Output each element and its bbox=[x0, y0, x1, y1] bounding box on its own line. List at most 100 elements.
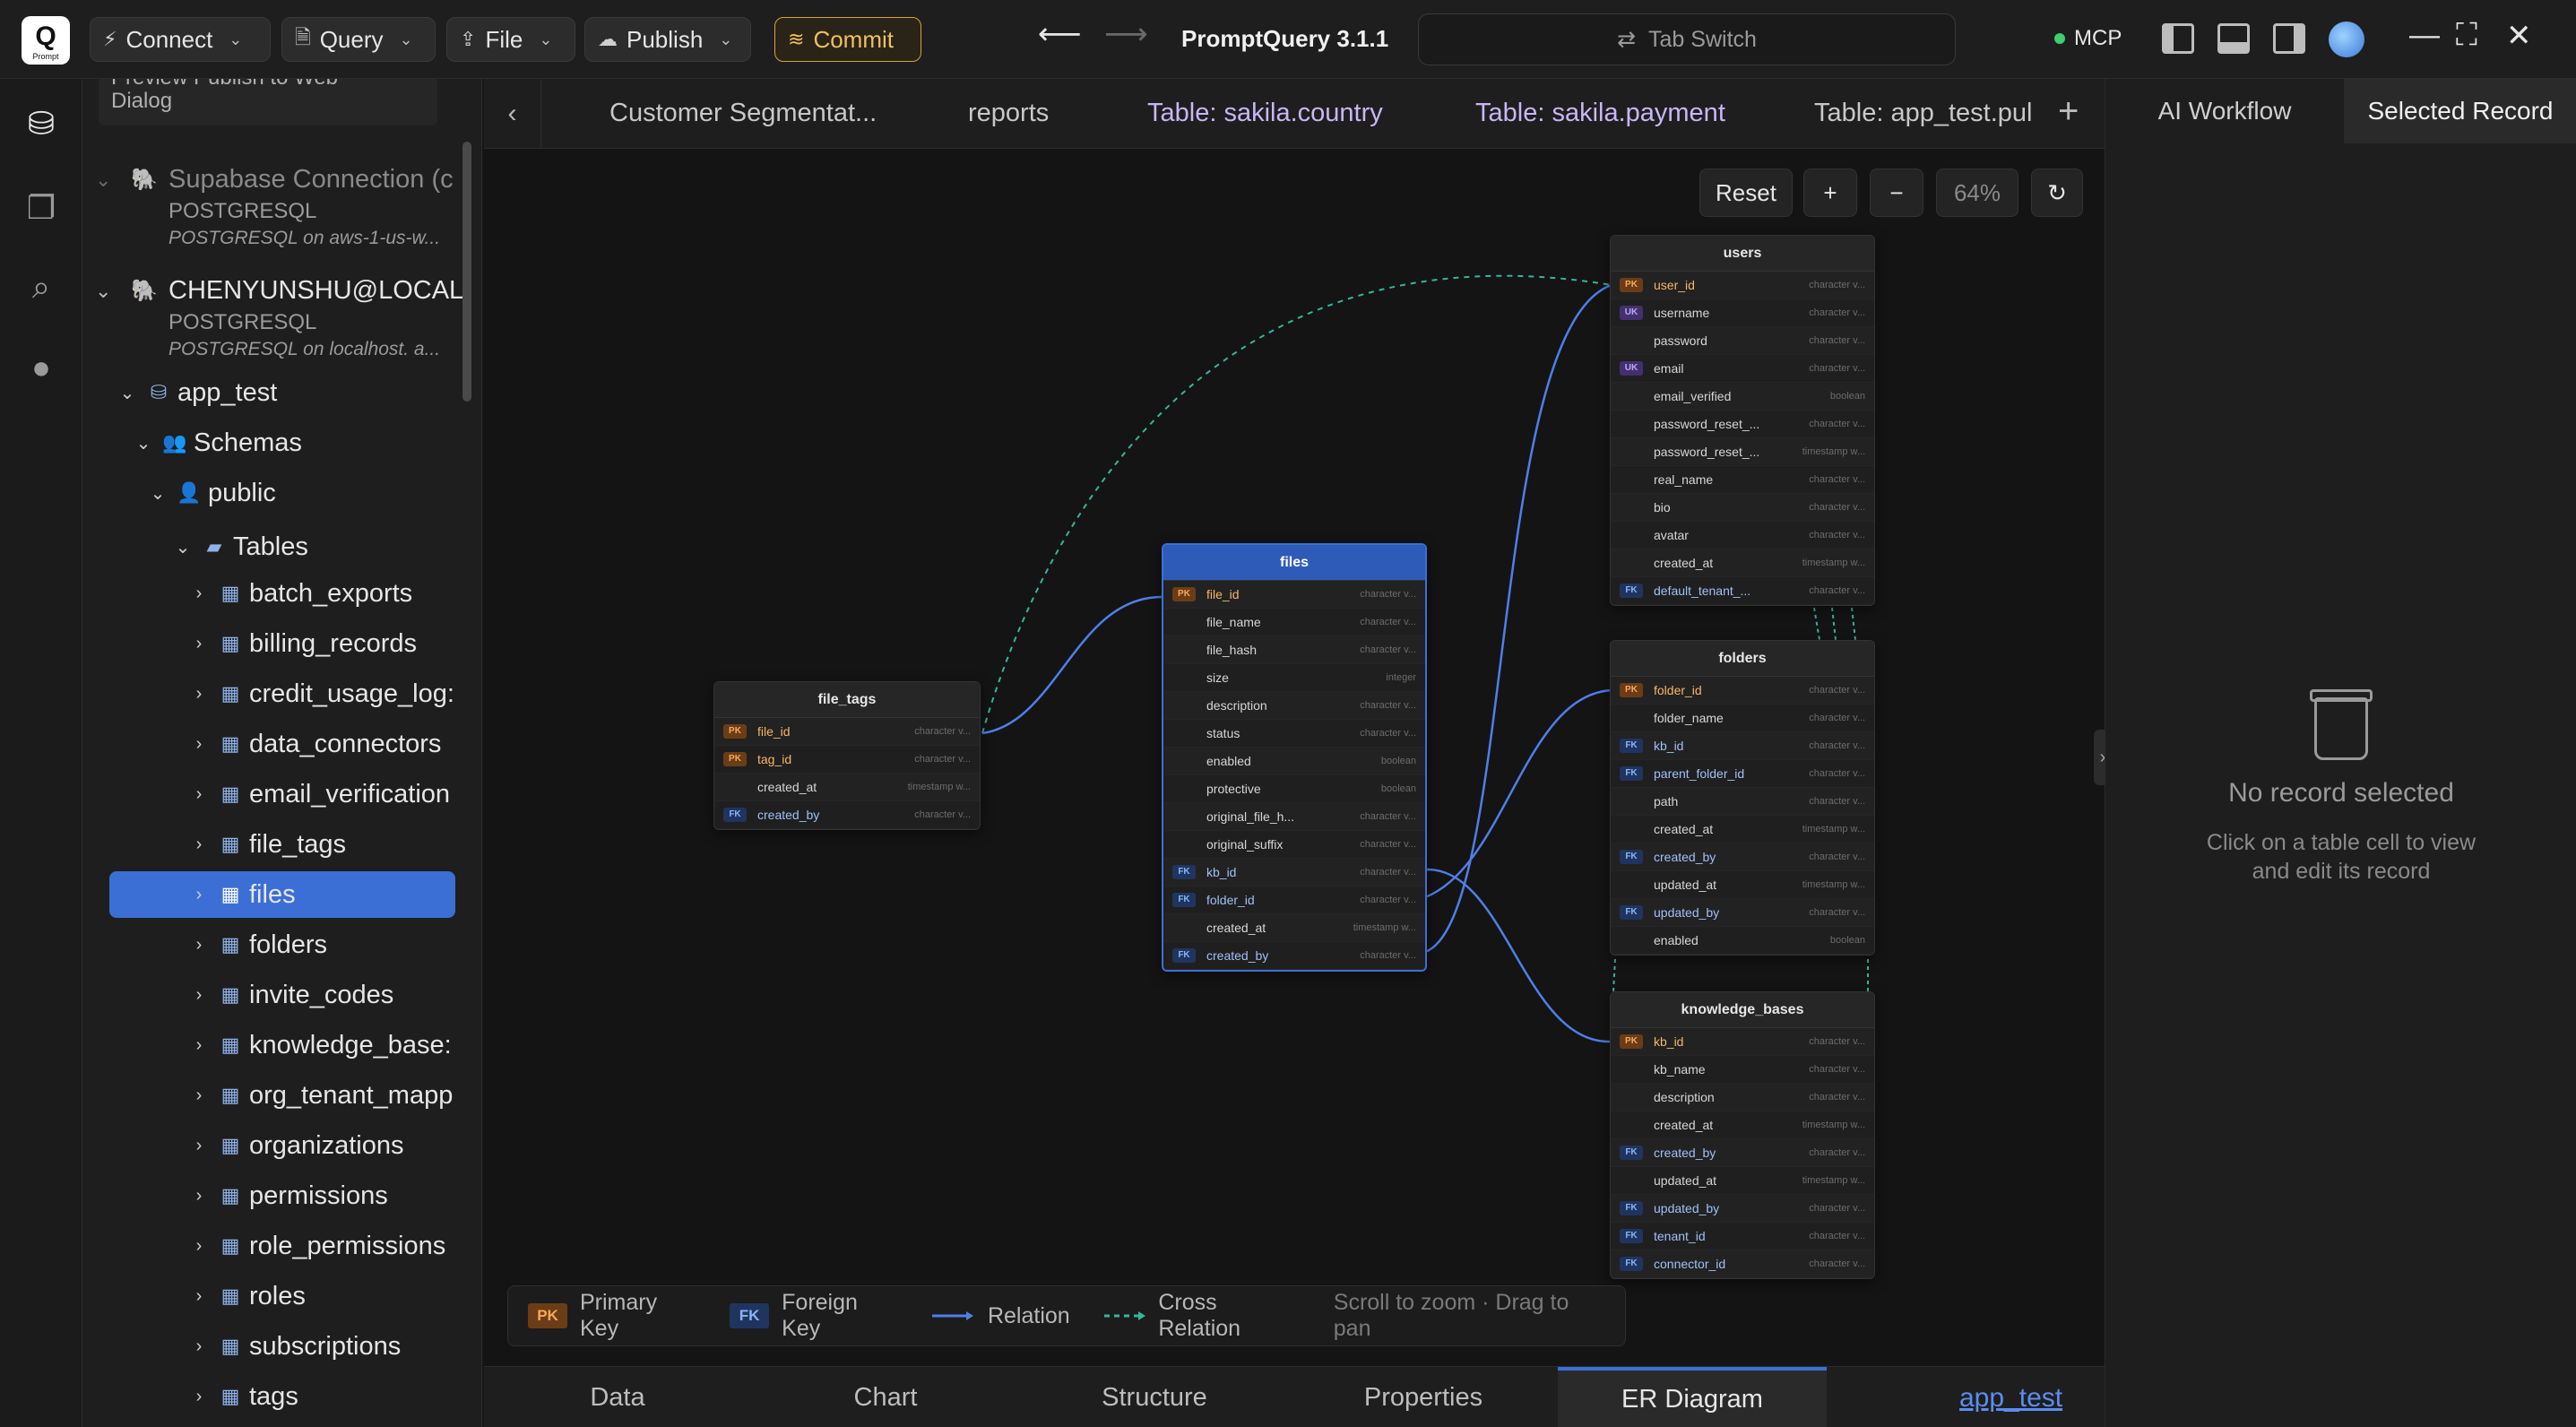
er-column-row[interactable]: PK user_id character v... bbox=[1611, 272, 1874, 299]
connect-button[interactable]: ⚡ Connect ⌄ bbox=[90, 17, 271, 62]
er-column-row[interactable]: FK updated_by character v... bbox=[1611, 1195, 1874, 1223]
er-column-row[interactable]: PK folder_id character v... bbox=[1611, 677, 1874, 705]
chevron-right-icon[interactable]: › bbox=[2094, 730, 2105, 785]
er-column-row[interactable]: FK parent_folder_id character v... bbox=[1611, 760, 1874, 788]
tree-table-item[interactable]: › ▦ folders bbox=[82, 921, 481, 968]
tab-reports[interactable]: reports bbox=[968, 99, 1049, 128]
mcp-status[interactable]: MCP bbox=[2054, 26, 2122, 51]
er-column-row[interactable]: FK default_tenant_... character v... bbox=[1611, 577, 1874, 605]
tree-table-item[interactable]: › ▦ data_connectors bbox=[82, 721, 481, 767]
connection-supabase[interactable]: ⌄ 🐘 Supabase Connection (c POSTGRESQL PO… bbox=[82, 160, 468, 267]
connection-local[interactable]: ⌄ 🐘 CHENYUNSHU@LOCALI POSTGRESQL POSTGRE… bbox=[82, 271, 471, 378]
er-column-row[interactable]: enabled boolean bbox=[1163, 748, 1425, 775]
publish-dialog-note[interactable]: Preview Publish to Web Dialog bbox=[99, 79, 437, 125]
er-table-files[interactable]: files PK file_id character v... file_name cha… bbox=[1162, 543, 1427, 972]
er-column-row[interactable]: FK created_by character v... bbox=[1611, 1139, 1874, 1167]
toggle-right-panel-icon[interactable] bbox=[2273, 23, 2305, 54]
tree-table-item[interactable]: › ▦ knowledge_base: bbox=[82, 1022, 481, 1068]
er-column-row[interactable]: protective boolean bbox=[1163, 775, 1425, 803]
er-column-row[interactable]: avatar character v... bbox=[1611, 522, 1874, 549]
er-column-row[interactable]: FK connector_id character v... bbox=[1611, 1250, 1874, 1278]
tree-table-item[interactable]: › ▦ credit_usage_log: bbox=[82, 670, 481, 717]
er-column-row[interactable]: PK tag_id character v... bbox=[714, 746, 980, 774]
er-column-row[interactable]: email_verified boolean bbox=[1611, 383, 1874, 411]
zoom-in-button[interactable]: + bbox=[1803, 169, 1857, 217]
tree-table-item[interactable]: › ▦ email_verification bbox=[82, 771, 481, 817]
tree-table-item[interactable]: › ▦ permissions bbox=[82, 1172, 481, 1219]
tree-table-item[interactable]: › ▦ role_permissions bbox=[82, 1223, 481, 1269]
tab-data[interactable]: Data bbox=[484, 1367, 751, 1427]
er-column-row[interactable]: file_name character v... bbox=[1163, 609, 1425, 636]
database-link[interactable]: app_test bbox=[1959, 1383, 2062, 1414]
tree-database[interactable]: ⌄ ⛁ app_test bbox=[82, 369, 481, 416]
tab-switch-search[interactable]: ⇄ Tab Switch bbox=[1418, 13, 1956, 65]
er-table-users[interactable]: users PK user_id character v... UK username ch… bbox=[1610, 235, 1875, 606]
tree-table-item[interactable]: › ▦ files bbox=[109, 871, 455, 918]
er-column-row[interactable]: FK created_by character v... bbox=[1163, 942, 1425, 970]
search-icon[interactable]: ⌕ bbox=[22, 267, 61, 307]
er-column-row[interactable]: FK updated_by character v... bbox=[1611, 899, 1874, 927]
zoom-reset-button[interactable]: Reset bbox=[1699, 169, 1793, 217]
tab-sakila-country[interactable]: Table: sakila.country bbox=[1147, 99, 1383, 128]
er-column-row[interactable]: UK username character v... bbox=[1611, 299, 1874, 327]
tab-ai-workflow[interactable]: AI Workflow bbox=[2105, 79, 2344, 143]
refresh-icon[interactable]: ↻ bbox=[2031, 169, 2083, 217]
files-icon[interactable]: ❐ bbox=[22, 188, 61, 228]
tab-customer-segmentation[interactable]: Customer Segmentat... bbox=[609, 99, 877, 128]
publish-button[interactable]: ☁ Publish ⌄ bbox=[584, 17, 751, 62]
er-column-row[interactable]: FK folder_id character v... bbox=[1163, 886, 1425, 914]
tree-table-item[interactable]: › ▦ tags bbox=[82, 1373, 481, 1420]
tree-table-item[interactable]: › ▦ organizations bbox=[82, 1122, 481, 1169]
er-column-row[interactable]: description character v... bbox=[1611, 1084, 1874, 1111]
tab-properties[interactable]: Properties bbox=[1289, 1367, 1558, 1427]
tab-selected-record[interactable]: Selected Record bbox=[2344, 79, 2576, 143]
er-column-row[interactable]: original_suffix character v... bbox=[1163, 831, 1425, 859]
er-column-row[interactable]: FK kb_id character v... bbox=[1163, 859, 1425, 886]
er-column-row[interactable]: original_file_h... character v... bbox=[1163, 803, 1425, 831]
er-column-row[interactable]: path character v... bbox=[1611, 788, 1874, 816]
tree-table-item[interactable]: › ▦ batch_exports bbox=[82, 570, 481, 617]
er-column-row[interactable]: bio character v... bbox=[1611, 494, 1874, 522]
er-diagram-canvas[interactable]: file_tags PK file_id character v... PK tag_id… bbox=[484, 149, 2105, 1366]
commit-button[interactable]: ≋ Commit bbox=[774, 17, 921, 62]
query-button[interactable]: 🗎 Query ⌄ bbox=[281, 17, 436, 62]
tree-table-item[interactable]: › ▦ subscriptions bbox=[82, 1323, 481, 1370]
er-column-row[interactable]: folder_name character v... bbox=[1611, 705, 1874, 732]
er-column-row[interactable]: created_at timestamp w... bbox=[1611, 549, 1874, 577]
er-column-row[interactable]: PK file_id character v... bbox=[714, 718, 980, 746]
maximize-icon[interactable]: ⛶ bbox=[2456, 18, 2477, 53]
database-icon[interactable]: ⛁ bbox=[22, 104, 61, 143]
er-column-row[interactable]: kb_name character v... bbox=[1611, 1056, 1874, 1084]
tab-er-diagram[interactable]: ER Diagram bbox=[1558, 1367, 1827, 1427]
close-icon[interactable]: ✕ bbox=[2506, 18, 2532, 54]
chevron-left-icon[interactable]: ‹ bbox=[484, 79, 541, 149]
er-column-row[interactable]: FK created_by character v... bbox=[714, 801, 980, 829]
er-column-row[interactable]: PK file_id character v... bbox=[1163, 581, 1425, 609]
minimize-icon[interactable]: — bbox=[2409, 18, 2440, 53]
toggle-bottom-panel-icon[interactable] bbox=[2217, 23, 2250, 54]
globe-icon[interactable] bbox=[2329, 22, 2364, 57]
tree-table-item[interactable]: › ▦ invite_codes bbox=[82, 972, 481, 1018]
er-column-row[interactable]: description character v... bbox=[1163, 692, 1425, 720]
tab-app-test[interactable]: Table: app_test.pul bbox=[1814, 99, 2044, 128]
er-table-folders[interactable]: folders PK folder_id character v... folder_n… bbox=[1610, 640, 1875, 956]
er-column-row[interactable]: UK email character v... bbox=[1611, 355, 1874, 383]
back-arrow-icon[interactable]: ⟵ bbox=[1038, 16, 1082, 52]
er-column-row[interactable]: FK created_by character v... bbox=[1611, 843, 1874, 871]
er-column-row[interactable]: updated_at timestamp w... bbox=[1611, 871, 1874, 899]
er-column-row[interactable]: status character v... bbox=[1163, 720, 1425, 748]
er-column-row[interactable]: created_at timestamp w... bbox=[1163, 914, 1425, 942]
file-button[interactable]: ⇪ File ⌄ bbox=[446, 17, 575, 62]
er-table-knowledge-bases[interactable]: knowledge_bases PK kb_id character v... kb_n… bbox=[1610, 991, 1875, 1279]
tab-chart[interactable]: Chart bbox=[751, 1367, 1020, 1427]
zoom-out-button[interactable]: − bbox=[1870, 169, 1923, 217]
tree-tables[interactable]: ⌄ ▰ Tables bbox=[82, 523, 481, 570]
er-column-row[interactable]: password character v... bbox=[1611, 327, 1874, 355]
er-column-row[interactable]: created_at timestamp w... bbox=[1611, 1111, 1874, 1139]
add-tab-icon[interactable]: + bbox=[2058, 91, 2079, 132]
er-column-row[interactable]: file_hash character v... bbox=[1163, 636, 1425, 664]
sidebar-scrollbar[interactable] bbox=[462, 142, 471, 402]
tree-schema-public[interactable]: ⌄ 👤 public bbox=[82, 470, 481, 516]
er-column-row[interactable]: PK kb_id character v... bbox=[1611, 1028, 1874, 1056]
tree-schemas[interactable]: ⌄ 👥 Schemas bbox=[82, 419, 481, 466]
